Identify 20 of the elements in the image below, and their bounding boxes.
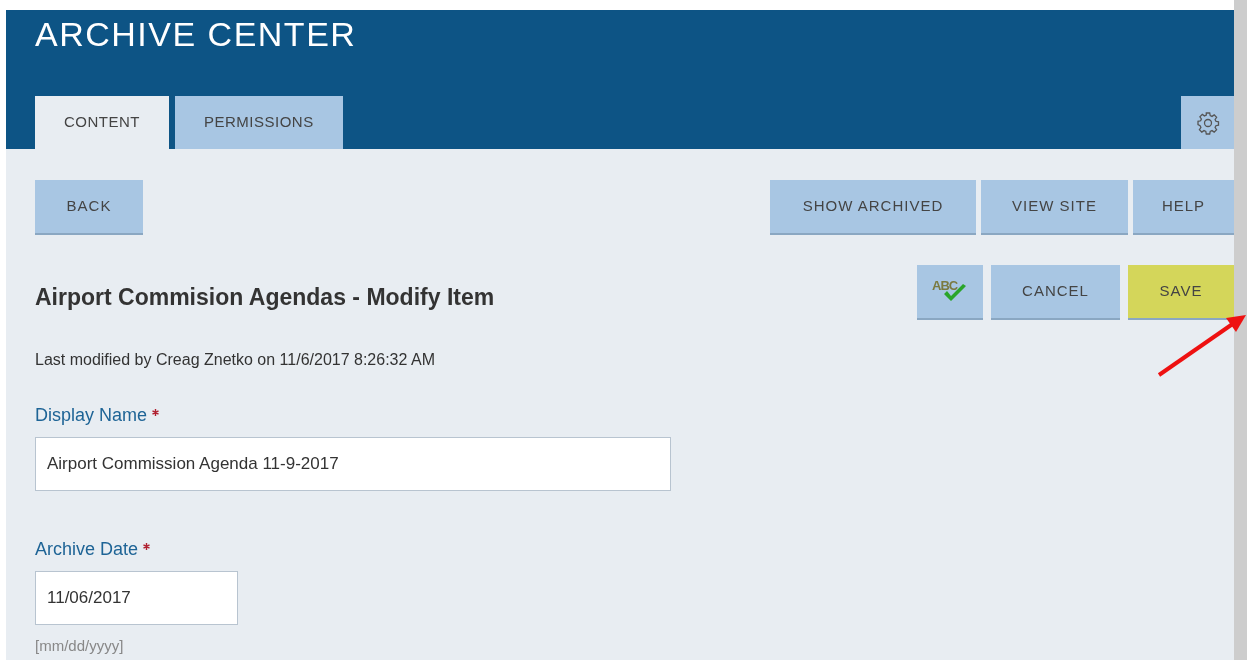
field-label: Archive Date bbox=[35, 537, 139, 561]
action-button[interactable]: VIEW SITE bbox=[981, 180, 1128, 235]
text-field[interactable]: Airport Commission Agenda 11-9-2017 bbox=[35, 436, 671, 491]
action-button[interactable]: HELP bbox=[1133, 180, 1234, 235]
abc-label: ABC bbox=[932, 278, 958, 292]
action-button[interactable]: CANCEL bbox=[991, 265, 1120, 320]
action-button[interactable]: BACK bbox=[35, 180, 143, 235]
save-button[interactable]: SAVE bbox=[1128, 265, 1234, 320]
tab[interactable]: CONTENT bbox=[35, 96, 169, 149]
field-label: Display Name bbox=[35, 403, 148, 427]
page-title: Airport Commision Agendas - Modify Item bbox=[35, 283, 495, 312]
app-title: ARCHIVE CENTER bbox=[35, 14, 357, 51]
settings-icon bbox=[1195, 110, 1220, 135]
scrollbar[interactable] bbox=[1234, 0, 1247, 660]
tab[interactable]: PERMISSIONS bbox=[175, 96, 343, 149]
format-hint: [mm/dd/yyyy] bbox=[35, 635, 124, 656]
action-button[interactable]: SHOW ARCHIVED bbox=[770, 180, 976, 235]
last-modified-text: Last modified by Creag Znetko on 11/6/2017 8:26:32 AM bbox=[35, 349, 435, 370]
settings-button[interactable] bbox=[1181, 96, 1234, 149]
text-field[interactable]: 11/06/2017 bbox=[35, 570, 238, 625]
